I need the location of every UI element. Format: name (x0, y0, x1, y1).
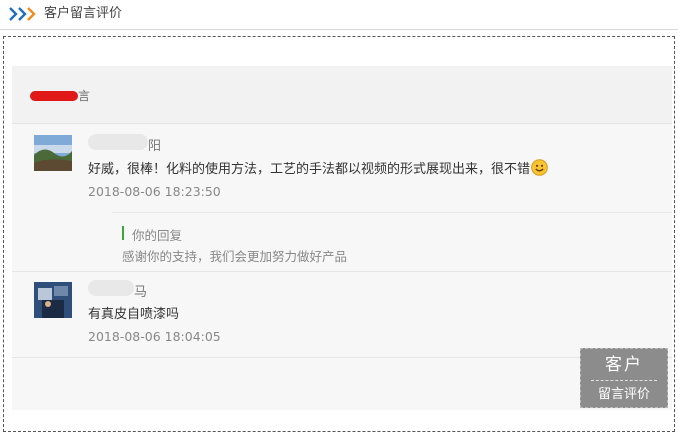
smiley-face-icon (531, 159, 548, 176)
panel-header-label: 言 (78, 89, 91, 103)
message-time: 2018-08-06 18:23:50 (88, 184, 221, 199)
username: 马 (134, 285, 148, 300)
float-button-divider (591, 380, 657, 381)
avatar (34, 282, 72, 318)
message-panel: 言 阳 好威，很棒！化料的使用方法，工艺的手法都以视频的形式展现出来，很不错 2… (12, 66, 672, 410)
message-frame: 言 阳 好威，很棒！化料的使用方法，工艺的手法都以视频的形式展现出来，很不错 2… (3, 36, 675, 432)
reply-accent-bar (122, 226, 124, 240)
redacted-title (30, 91, 78, 101)
reply-label: 你的回复 (132, 228, 183, 243)
redacted-username (88, 134, 148, 150)
message-content: 有真皮自喷漆吗 (88, 307, 180, 322)
float-button-top-label: 客户 (605, 355, 643, 375)
message-item: 阳 好威，很棒！化料的使用方法，工艺的手法都以视频的形式展现出来，很不错 201… (12, 124, 672, 272)
reply-text: 感谢你的支持，我们会更加努力做好产品 (122, 249, 348, 264)
triple-chevron-right-icon (9, 7, 36, 21)
customer-review-float-button[interactable]: 客户 留言评价 (580, 348, 668, 408)
message-item: 马 有真皮自喷漆吗 2018-08-06 18:04:05 (12, 272, 672, 358)
redacted-username (88, 280, 134, 296)
username: 阳 (148, 139, 162, 154)
avatar (34, 135, 72, 171)
panel-header-bar: 言 (12, 66, 672, 124)
message-content: 好威，很棒！化料的使用方法，工艺的手法都以视频的形式展现出来，很不错 (88, 158, 548, 177)
page-title: 客户留言评价 (44, 6, 123, 21)
float-button-bottom-label: 留言评价 (597, 387, 650, 402)
message-time: 2018-08-06 18:04:05 (88, 329, 221, 344)
page-header: 客户留言评价 (0, 0, 678, 30)
reply-block: 你的回复 感谢你的支持，我们会更加努力做好产品 (112, 212, 672, 267)
